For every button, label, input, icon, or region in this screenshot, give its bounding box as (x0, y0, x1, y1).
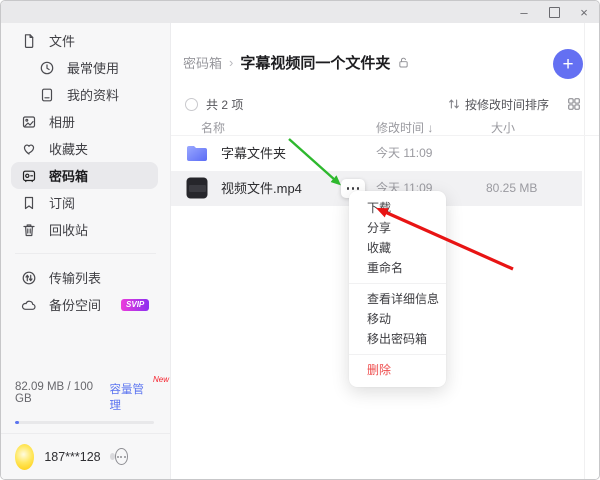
sidebar-item-albums[interactable]: 相册 (11, 108, 158, 135)
document-icon (39, 87, 55, 103)
file-modified: 今天 11:09 (376, 136, 432, 171)
minimize-icon: – (520, 6, 527, 19)
sidebar-item-subscriptions[interactable]: 订阅 (11, 189, 158, 216)
transfer-icon (21, 270, 37, 286)
menu-divider (349, 354, 446, 355)
breadcrumb-separator: › (229, 55, 233, 70)
sidebar-item-label: 回收站 (49, 220, 88, 239)
sort-arrows-icon (447, 97, 461, 111)
close-icon: × (580, 6, 588, 19)
grid-view-icon[interactable] (567, 97, 581, 111)
sidebar-item-label: 最常使用 (67, 58, 119, 77)
column-header-modified[interactable]: 修改时间 ↓ (376, 119, 433, 136)
breadcrumb: 密码箱 › 字幕视频同一个文件夹 (183, 52, 410, 73)
svip-badge: SVIP (121, 299, 149, 311)
sidebar-item-transfer-list[interactable]: 传输列表 (11, 264, 158, 291)
menu-item-delete[interactable]: 删除 (349, 360, 446, 380)
minimize-button[interactable]: – (509, 1, 539, 23)
add-button[interactable]: + (553, 49, 583, 79)
maximize-icon (549, 7, 560, 18)
heart-icon (21, 141, 37, 157)
file-icon (21, 33, 37, 49)
sidebar-item-favorites[interactable]: 收藏夹 (11, 135, 158, 162)
folder-icon (185, 141, 209, 165)
sidebar-item-recent[interactable]: 最常使用 (11, 54, 158, 81)
plus-icon: + (562, 55, 573, 74)
sidebar: 文件 最常使用 我的资料 相册 收藏夹 密码箱 (1, 23, 171, 479)
app-window: – × 文件 最常使用 我的资料 相册 收藏夹 (0, 0, 600, 480)
user-bar: 187***128 (1, 433, 170, 479)
breadcrumb-parent[interactable]: 密码箱 (183, 53, 222, 72)
table-row-folder[interactable]: 字幕文件夹 今天 11:09 (171, 136, 582, 171)
menu-item-rename[interactable]: 重命名 (349, 258, 446, 278)
close-button[interactable]: × (569, 1, 599, 23)
select-all-checkbox[interactable] (185, 98, 198, 111)
sidebar-nav: 文件 最常使用 我的资料 相册 收藏夹 密码箱 (1, 23, 170, 318)
lock-open-icon (397, 56, 410, 69)
sidebar-item-label: 相册 (49, 112, 75, 131)
sidebar-item-backup-space[interactable]: 备份空间 SVIP (11, 291, 158, 318)
maximize-button[interactable] (539, 1, 569, 23)
page-title: 字幕视频同一个文件夹 (240, 52, 390, 73)
menu-item-view-details[interactable]: 查看详细信息 (349, 289, 446, 309)
video-file-icon (185, 176, 209, 200)
cloud-icon (21, 297, 37, 313)
menu-item-move[interactable]: 移动 (349, 309, 446, 329)
menu-divider (349, 283, 446, 284)
safe-box-icon (21, 168, 37, 184)
sidebar-item-label: 我的资料 (67, 85, 119, 104)
user-more-button[interactable] (115, 448, 128, 465)
title-bar: – × (1, 1, 599, 24)
new-badge: New (153, 375, 169, 384)
storage-progress-fill (15, 421, 19, 424)
sidebar-item-label: 订阅 (49, 193, 75, 212)
sidebar-item-my-docs[interactable]: 我的资料 (11, 81, 158, 108)
username: 187***128 (44, 450, 100, 464)
bookmark-icon (21, 195, 37, 211)
sort-down-icon: ↓ (427, 121, 433, 135)
sidebar-item-label: 传输列表 (49, 268, 101, 287)
manage-capacity-link[interactable]: 容量管理 New (110, 381, 154, 413)
menu-item-download[interactable]: 下载 (349, 198, 446, 218)
menu-item-move-out-safe-box[interactable]: 移出密码箱 (349, 329, 446, 349)
storage-usage: 82.09 MB / 100 GB (15, 381, 110, 405)
sidebar-item-label: 密码箱 (49, 166, 88, 185)
item-count: 共 2 项 (206, 96, 243, 113)
scrollbar-gutter (584, 23, 585, 479)
sidebar-divider (15, 253, 156, 254)
sidebar-item-label: 备份空间 (49, 295, 101, 314)
column-header-size[interactable]: 大小 (491, 119, 515, 136)
storage-progress-track (15, 421, 154, 424)
column-headers: 名称 修改时间 ↓ 大小 (171, 119, 599, 135)
menu-item-share[interactable]: 分享 (349, 218, 446, 238)
column-header-name[interactable]: 名称 (201, 119, 225, 136)
sort-order-button[interactable]: 按修改时间排序 (465, 96, 549, 113)
trash-icon (21, 222, 37, 238)
context-menu: 下载 分享 收藏 重命名 查看详细信息 移动 移出密码箱 删除 (349, 191, 446, 387)
sidebar-item-label: 文件 (49, 31, 75, 50)
sidebar-item-label: 收藏夹 (49, 139, 88, 158)
clock-icon (39, 60, 55, 76)
menu-item-favorite[interactable]: 收藏 (349, 238, 446, 258)
photo-icon (21, 114, 37, 130)
file-name[interactable]: 字幕文件夹 (221, 136, 286, 171)
sidebar-item-safe-box[interactable]: 密码箱 (11, 162, 158, 189)
file-size: 80.25 MB (486, 171, 537, 206)
list-toolbar: 共 2 项 按修改时间排序 (185, 95, 581, 113)
avatar[interactable] (15, 444, 34, 470)
sidebar-item-files[interactable]: 文件 (11, 27, 158, 54)
sidebar-item-recycle-bin[interactable]: 回收站 (11, 216, 158, 243)
file-name[interactable]: 视频文件.mp4 (221, 171, 302, 206)
